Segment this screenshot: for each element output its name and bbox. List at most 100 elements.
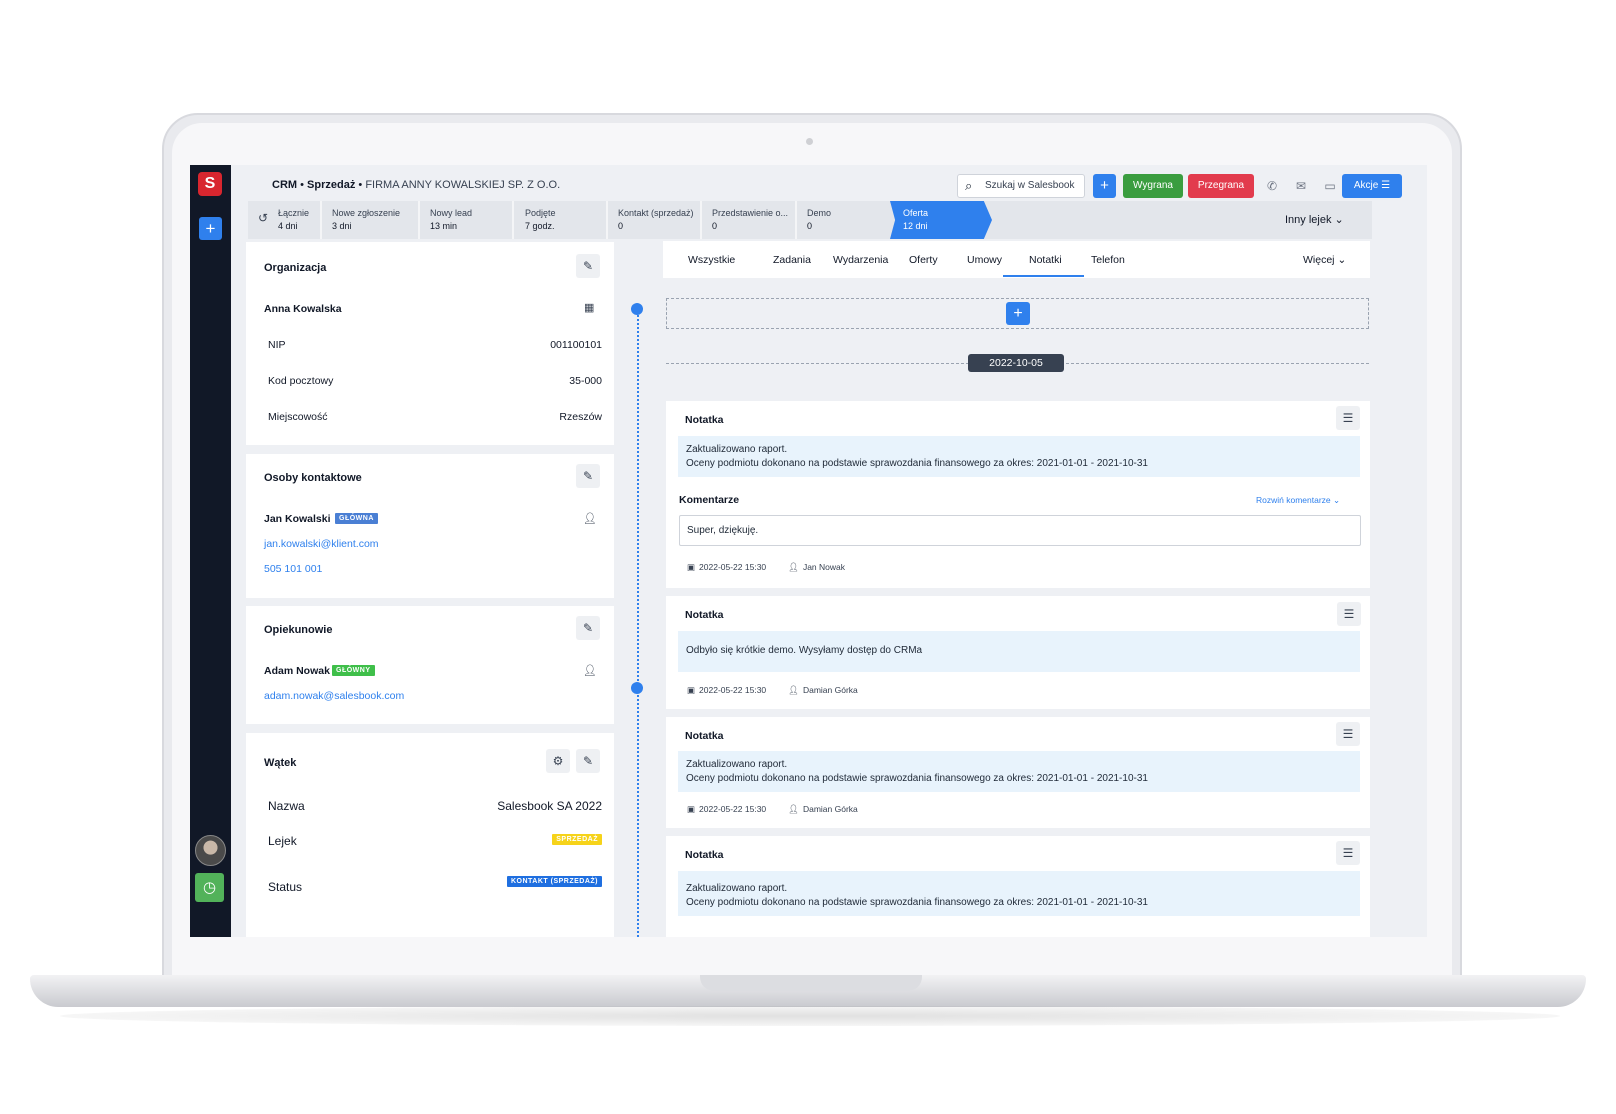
stage-value: 0 <box>712 221 718 231</box>
panel-title: Wątek <box>264 757 297 769</box>
more-dropdown[interactable]: Więcej ⌄ <box>1303 254 1346 266</box>
chevron-down-icon: ⌄ <box>1334 214 1344 226</box>
guardian-email-link[interactable]: adam.nowak@salesbook.com <box>264 690 404 702</box>
expand-comments-link[interactable]: Rozwiń komentarze ⌄ <box>1256 495 1340 506</box>
stage-label: Przedstawienie o... <box>712 208 789 218</box>
add-button[interactable]: + <box>199 217 222 240</box>
breadcrumb-crm[interactable]: CRM <box>272 179 297 191</box>
field-value: 001100101 <box>550 339 602 351</box>
tab-events[interactable]: Wydarzenia <box>833 254 888 266</box>
menu-icon[interactable]: ☰ <box>1336 841 1360 865</box>
edit-icon[interactable]: ✎ <box>576 616 600 640</box>
phone-icon[interactable]: ✆ <box>1260 174 1284 198</box>
comment-field[interactable]: Super, dziękuję. <box>679 515 1361 546</box>
field-label: NIP <box>268 339 286 351</box>
comments-label: Komentarze <box>679 494 740 506</box>
search-input[interactable]: ⌕ Szukaj w Salesbook <box>957 174 1085 198</box>
note-title: Notatka <box>685 414 724 426</box>
contact-name[interactable]: Jan Kowalski <box>264 513 331 525</box>
salesbook-logo[interactable]: S <box>198 172 222 196</box>
tab-all[interactable]: Wszystkie <box>688 254 735 266</box>
person-icon: 👤︎ <box>788 685 799 695</box>
pipeline-stage-active[interactable]: Oferta 12 dni <box>890 201 992 239</box>
won-button[interactable]: Wygrana <box>1123 174 1183 198</box>
note-card: Notatka ☰ Zaktualizowano raport. Oceny p… <box>666 401 1370 588</box>
organization-name: Anna Kowalska <box>264 303 342 315</box>
panel-title: Opiekunowie <box>264 624 333 636</box>
menu-icon[interactable]: ☰ <box>1337 602 1361 626</box>
tab-contracts[interactable]: Umowy <box>967 254 1002 266</box>
gear-icon[interactable]: ⚙ <box>546 749 570 773</box>
pipeline-stage[interactable]: Nowy lead 13 min <box>418 201 512 239</box>
note-meta: ▣ 2022-05-22 15:30 👤︎ Damian Górka <box>687 804 858 815</box>
timeline-line <box>637 307 639 937</box>
note-date: 2022-05-22 15:30 <box>699 685 767 695</box>
field-label: Nazwa <box>268 799 305 813</box>
note-meta: ▣ 2022-05-22 15:30 👤︎ Damian Górka <box>687 685 858 696</box>
note-text: Oceny podmiotu dokonano na podstawie spr… <box>686 458 1148 469</box>
breadcrumb-company: FIRMA ANNY KOWALSKIEJ SP. Z O.O. <box>365 179 561 191</box>
pipeline-stage[interactable]: Podjęte 7 godz. <box>512 201 606 239</box>
edit-icon[interactable]: ✎ <box>576 749 600 773</box>
mail-icon[interactable]: ✉ <box>1289 174 1313 198</box>
note-meta: ▣ 2022-05-22 15:30 👤︎ Jan Nowak <box>687 562 845 573</box>
pipeline-stage[interactable]: Przedstawienie o... 0 <box>700 201 795 239</box>
add-note-zone[interactable]: + <box>666 298 1369 329</box>
other-pipeline-dropdown[interactable]: Inny lejek ⌄ <box>1285 213 1344 226</box>
guardian-name[interactable]: Adam Nowak <box>264 665 330 677</box>
pipeline-bar: ↺ Łącznie 4 dni Nowe zgłoszenie 3 dni No… <box>248 201 1372 239</box>
pipeline-stage[interactable]: Kontakt (sprzedaż) 0 <box>606 201 700 239</box>
active-tab-indicator <box>1003 275 1084 277</box>
left-sidebar: S + ◷ <box>190 165 231 937</box>
timeline-dot <box>631 682 643 694</box>
note-text: Zaktualizowano raport. <box>686 759 788 770</box>
stage-label: Demo <box>807 208 832 218</box>
stage-value: 7 godz. <box>525 221 555 231</box>
note-title: Notatka <box>685 609 724 621</box>
field-label: Lejek <box>268 834 297 848</box>
edit-icon[interactable]: ✎ <box>576 254 600 278</box>
note-body: Zaktualizowano raport. Oceny podmiotu do… <box>678 871 1360 916</box>
chat-icon[interactable]: ▭ <box>1318 174 1342 198</box>
tab-offers[interactable]: Oferty <box>909 254 938 266</box>
laptop-shadow <box>60 1006 1560 1026</box>
person-icon: 👤︎ <box>788 804 799 814</box>
stage-value: 0 <box>807 221 813 231</box>
date-pill: 2022-10-05 <box>968 354 1064 372</box>
contact-email-link[interactable]: jan.kowalski@klient.com <box>264 538 379 550</box>
actions-button[interactable]: Akcje ☰ <box>1342 174 1402 198</box>
field-label: Miejscowość <box>268 411 328 423</box>
search-icon: ⌕ <box>965 178 973 193</box>
pipeline-stage[interactable]: Demo 0 <box>795 201 890 239</box>
stage-label: Podjęte <box>525 208 556 218</box>
note-author: Jan Nowak <box>802 562 846 572</box>
contact-phone-link[interactable]: 505 101 001 <box>264 563 322 575</box>
note-date: 2022-05-22 15:30 <box>699 804 767 814</box>
organization-panel: Organizacja ✎ Anna Kowalska ▦ NIP 001100… <box>246 242 614 445</box>
tab-tasks[interactable]: Zadania <box>773 254 811 266</box>
pipeline-stage[interactable]: Nowe zgłoszenie 3 dni <box>320 201 418 239</box>
stage-value: 4 dni <box>278 221 298 231</box>
note-title: Notatka <box>685 730 724 742</box>
note-card: Notatka ☰ Zaktualizowano raport. Oceny p… <box>666 717 1370 828</box>
tab-notes[interactable]: Notatki <box>1029 254 1062 266</box>
chevron-down-icon: ⌄ <box>1333 495 1341 505</box>
person-icon[interactable]: 👤︎ <box>583 512 597 525</box>
add-note-button[interactable]: + <box>1006 302 1030 325</box>
quick-add-button[interactable]: + <box>1093 174 1116 198</box>
clock-icon[interactable]: ◷ <box>195 873 224 902</box>
stage-label: Oferta <box>903 208 929 218</box>
lost-button[interactable]: Przegrana <box>1188 174 1254 198</box>
stage-label: Nowy lead <box>430 208 473 218</box>
edit-icon[interactable]: ✎ <box>576 464 600 488</box>
search-placeholder: Szukaj w Salesbook <box>985 180 1075 191</box>
note-body: Odbyło się krótkie demo. Wysyłamy dostęp… <box>678 631 1360 672</box>
avatar[interactable] <box>195 835 226 866</box>
tab-phone[interactable]: Telefon <box>1091 254 1125 266</box>
person-icon[interactable]: 👤︎ <box>583 664 597 677</box>
menu-icon[interactable]: ☰ <box>1336 722 1360 746</box>
menu-icon[interactable]: ☰ <box>1336 406 1360 430</box>
expand-comments-label: Rozwiń komentarze <box>1256 495 1331 505</box>
breadcrumb-sales[interactable]: Sprzedaż <box>307 179 355 191</box>
pipeline-stage[interactable]: ↺ Łącznie 4 dni <box>248 201 320 239</box>
